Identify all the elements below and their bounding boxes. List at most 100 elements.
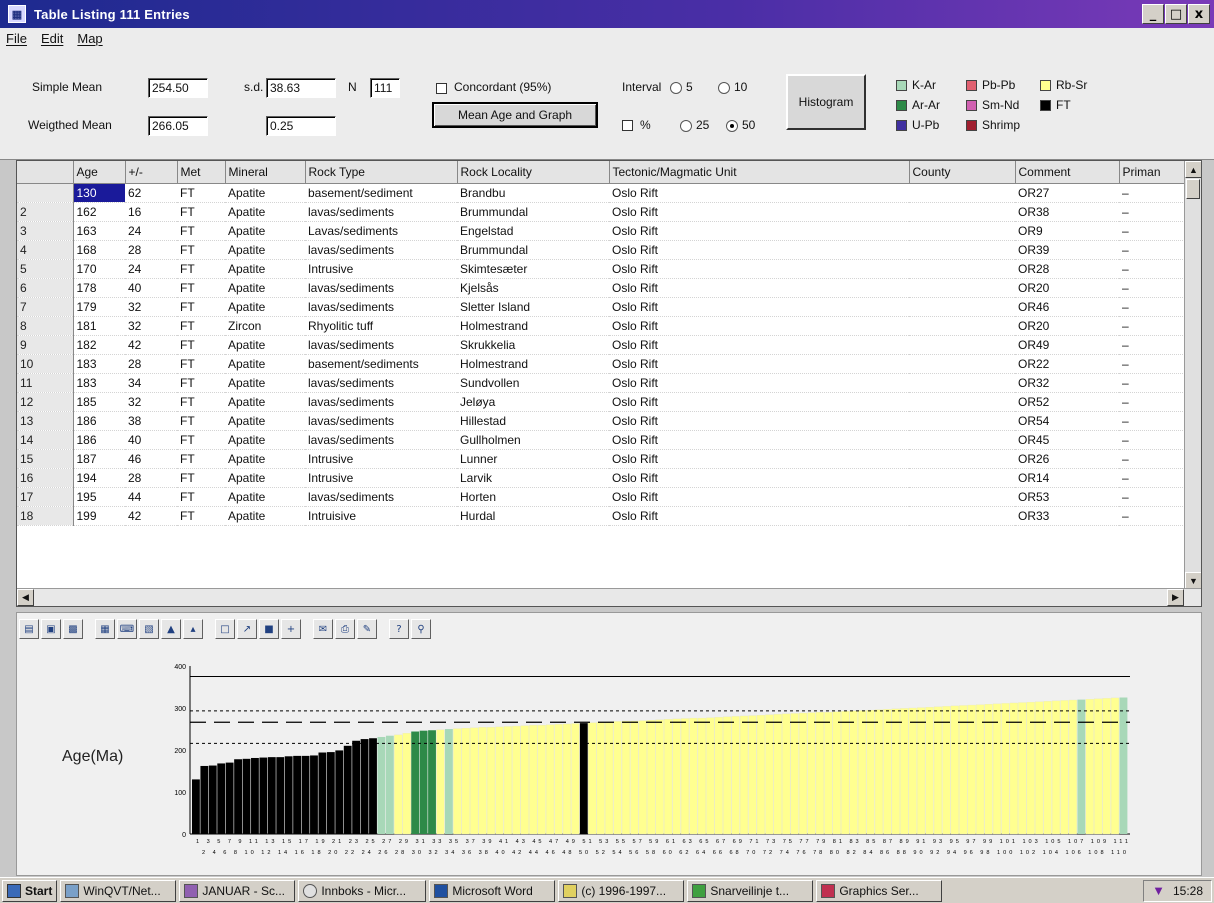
- cell-method[interactable]: FT: [177, 297, 225, 317]
- series-icon[interactable]: ■: [259, 619, 279, 639]
- cell-error[interactable]: 32: [125, 316, 177, 336]
- cell-mineral[interactable]: Apatite: [225, 297, 305, 317]
- table-row[interactable]: 11 183 34 FT Apatite lavas/sediments Sundvolle…: [17, 373, 1185, 393]
- legend-icon[interactable]: ▴: [183, 619, 203, 639]
- cell-primary[interactable]: –: [1119, 183, 1185, 203]
- cell-error[interactable]: 44: [125, 487, 177, 507]
- cell-error[interactable]: 16: [125, 202, 177, 222]
- cell-rock-locality[interactable]: Holmestrand: [457, 316, 609, 336]
- cell-rownum[interactable]: 4: [17, 240, 74, 260]
- header-mineral[interactable]: Mineral: [225, 161, 306, 184]
- cell-county[interactable]: [909, 430, 1015, 450]
- cell-age[interactable]: 179: [73, 297, 125, 317]
- cell-age[interactable]: 183: [73, 354, 125, 374]
- cell-tectonic-unit[interactable]: Oslo Rift: [609, 411, 909, 431]
- cell-mineral[interactable]: Apatite: [225, 373, 305, 393]
- cell-county[interactable]: [909, 373, 1015, 393]
- cell-rock-locality[interactable]: Sundvollen: [457, 373, 609, 393]
- cell-age[interactable]: 178: [73, 278, 125, 298]
- cell-county[interactable]: [909, 392, 1015, 412]
- cell-primary[interactable]: –: [1119, 506, 1185, 526]
- cell-rownum[interactable]: 14: [17, 430, 74, 450]
- cell-age[interactable]: 163: [73, 221, 125, 241]
- cell-rownum[interactable]: 12: [17, 392, 74, 412]
- header-comment[interactable]: Comment: [1015, 161, 1120, 184]
- cell-comment[interactable]: OR20: [1015, 316, 1119, 336]
- taskbar-item-snarveilinje[interactable]: Snarveilinje t...: [687, 879, 814, 902]
- cell-rock-type[interactable]: Rhyolitic tuff: [305, 316, 457, 336]
- cell-mineral[interactable]: Zircon: [225, 316, 305, 336]
- menu-map[interactable]: Map: [77, 31, 102, 46]
- cell-rock-type[interactable]: lavas/sediments: [305, 278, 457, 298]
- scroll-up-arrow-icon[interactable]: ▲: [1185, 161, 1201, 178]
- labels-icon[interactable]: ⌨: [117, 619, 137, 639]
- cell-mineral[interactable]: Apatite: [225, 487, 305, 507]
- cell-error[interactable]: 24: [125, 259, 177, 279]
- cell-comment[interactable]: OR46: [1015, 297, 1119, 317]
- cell-error[interactable]: 46: [125, 449, 177, 469]
- cell-mineral[interactable]: Apatite: [225, 506, 305, 526]
- cell-mineral[interactable]: Apatite: [225, 221, 305, 241]
- cell-tectonic-unit[interactable]: Oslo Rift: [609, 392, 909, 412]
- cell-age[interactable]: 194: [73, 468, 125, 488]
- cell-error[interactable]: 28: [125, 354, 177, 374]
- cell-mineral[interactable]: Apatite: [225, 449, 305, 469]
- cell-method[interactable]: FT: [177, 506, 225, 526]
- cell-rock-type[interactable]: lavas/sediments: [305, 430, 457, 450]
- interval-25-radio[interactable]: [680, 120, 692, 132]
- cell-error[interactable]: 40: [125, 278, 177, 298]
- cell-error[interactable]: 42: [125, 335, 177, 355]
- cell-method[interactable]: FT: [177, 354, 225, 374]
- cell-primary[interactable]: –: [1119, 411, 1185, 431]
- zoom-icon[interactable]: ⚲: [411, 619, 431, 639]
- cell-rock-type[interactable]: lavas/sediments: [305, 240, 457, 260]
- close-button[interactable]: x: [1188, 4, 1210, 24]
- border-icon[interactable]: □: [215, 619, 235, 639]
- cell-rock-locality[interactable]: Skrukkelia: [457, 335, 609, 355]
- cell-tectonic-unit[interactable]: Oslo Rift: [609, 259, 909, 279]
- header-rock-type[interactable]: Rock Type: [305, 161, 458, 184]
- trend-icon[interactable]: ↗: [237, 619, 257, 639]
- cell-mineral[interactable]: Apatite: [225, 411, 305, 431]
- weighted-mean-field[interactable]: 266.05: [148, 116, 208, 136]
- table-row[interactable]: 4 168 28 FT Apatite lavas/sediments Brummundal…: [17, 240, 1185, 260]
- cell-comment[interactable]: OR32: [1015, 373, 1119, 393]
- cell-primary[interactable]: –: [1119, 373, 1185, 393]
- cell-tectonic-unit[interactable]: Oslo Rift: [609, 240, 909, 260]
- cell-tectonic-unit[interactable]: Oslo Rift: [609, 335, 909, 355]
- cell-error[interactable]: 40: [125, 430, 177, 450]
- cell-error[interactable]: 28: [125, 240, 177, 260]
- cell-rock-locality[interactable]: Brandbu: [457, 183, 609, 203]
- cell-rock-locality[interactable]: Holmestrand: [457, 354, 609, 374]
- cell-primary[interactable]: –: [1119, 278, 1185, 298]
- table-row[interactable]: 9 182 42 FT Apatite lavas/sediments Skrukkelia…: [17, 335, 1185, 355]
- cell-comment[interactable]: OR45: [1015, 430, 1119, 450]
- table-row[interactable]: 13 186 38 FT Apatite lavas/sediments Hillestad…: [17, 411, 1185, 431]
- cell-age[interactable]: 182: [73, 335, 125, 355]
- cell-rock-type[interactable]: lavas/sediments: [305, 411, 457, 431]
- cell-method[interactable]: FT: [177, 411, 225, 431]
- percent-checkbox[interactable]: [622, 120, 633, 131]
- cell-rock-type[interactable]: Intruisive: [305, 506, 457, 526]
- interval-5-radio[interactable]: [670, 82, 682, 94]
- cell-county[interactable]: [909, 335, 1015, 355]
- header-primary[interactable]: Priman: [1119, 161, 1186, 184]
- cell-mineral[interactable]: Apatite: [225, 392, 305, 412]
- cell-age[interactable]: 130: [73, 183, 125, 203]
- cell-age[interactable]: 162: [73, 202, 125, 222]
- cell-primary[interactable]: –: [1119, 354, 1185, 374]
- scroll-right-arrow-icon[interactable]: ▶: [1167, 589, 1184, 606]
- cell-age[interactable]: 183: [73, 373, 125, 393]
- cell-comment[interactable]: OR26: [1015, 449, 1119, 469]
- cell-tectonic-unit[interactable]: Oslo Rift: [609, 487, 909, 507]
- tray-app-icon[interactable]: ▼: [1152, 883, 1165, 898]
- concordant-checkbox[interactable]: [436, 83, 447, 94]
- cell-method[interactable]: FT: [177, 183, 225, 203]
- cell-rownum[interactable]: [17, 183, 74, 203]
- cell-comment[interactable]: OR39: [1015, 240, 1119, 260]
- cell-mineral[interactable]: Apatite: [225, 259, 305, 279]
- table-row[interactable]: 10 183 28 FT Apatite basement/sediments Holmes…: [17, 354, 1185, 374]
- menu-file[interactable]: File: [6, 31, 27, 46]
- cell-rock-type[interactable]: lavas/sediments: [305, 487, 457, 507]
- cell-rock-locality[interactable]: Horten: [457, 487, 609, 507]
